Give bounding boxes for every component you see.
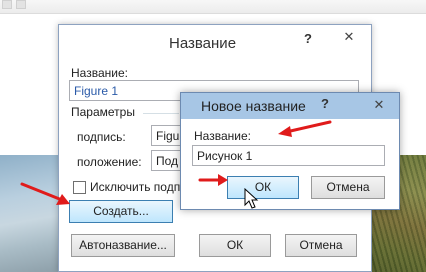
parameters-heading: Параметры bbox=[71, 105, 135, 119]
caption-label: Название: bbox=[71, 66, 128, 80]
new-caption-titlebar[interactable]: Новое название ? ✕ bbox=[181, 93, 399, 119]
autocaption-button[interactable]: Автоназвание... bbox=[71, 234, 175, 257]
label-label: подпись: bbox=[77, 130, 126, 144]
help-button[interactable]: ? bbox=[304, 31, 312, 46]
help-button[interactable]: ? bbox=[321, 96, 329, 111]
new-cancel-button[interactable]: Отмена bbox=[311, 176, 385, 199]
caption-dialog-titlebar[interactable]: Название ? ✕ bbox=[59, 25, 371, 61]
new-caption-label: Название: bbox=[194, 129, 251, 143]
create-button[interactable]: Создать... bbox=[69, 200, 173, 223]
caption-dialog-title: Название bbox=[169, 35, 237, 52]
position-label: положение: bbox=[77, 155, 142, 169]
document-image-left bbox=[0, 155, 66, 272]
close-button[interactable]: ✕ bbox=[329, 27, 369, 47]
cancel-button[interactable]: Отмена bbox=[285, 234, 357, 257]
new-ok-button[interactable]: ОК bbox=[227, 176, 299, 199]
close-button[interactable]: ✕ bbox=[361, 96, 397, 114]
section-divider bbox=[143, 113, 179, 114]
new-caption-dialog: Новое название ? ✕ Название: Рисунок 1 О… bbox=[180, 92, 400, 210]
new-caption-title: Новое название bbox=[201, 98, 306, 114]
ribbon-control[interactable] bbox=[16, 0, 26, 9]
exclude-checkbox[interactable] bbox=[73, 181, 86, 194]
mouse-cursor-icon bbox=[244, 188, 259, 209]
arrow-icon bbox=[198, 174, 228, 186]
new-caption-field[interactable]: Рисунок 1 bbox=[192, 145, 385, 166]
arrow-icon bbox=[278, 120, 332, 137]
ribbon-control[interactable] bbox=[2, 0, 12, 9]
ok-button[interactable]: ОК bbox=[199, 234, 271, 257]
exclude-label: Исключить подпи bbox=[90, 180, 187, 194]
arrow-icon bbox=[20, 182, 70, 205]
ribbon-strip bbox=[0, 0, 426, 14]
